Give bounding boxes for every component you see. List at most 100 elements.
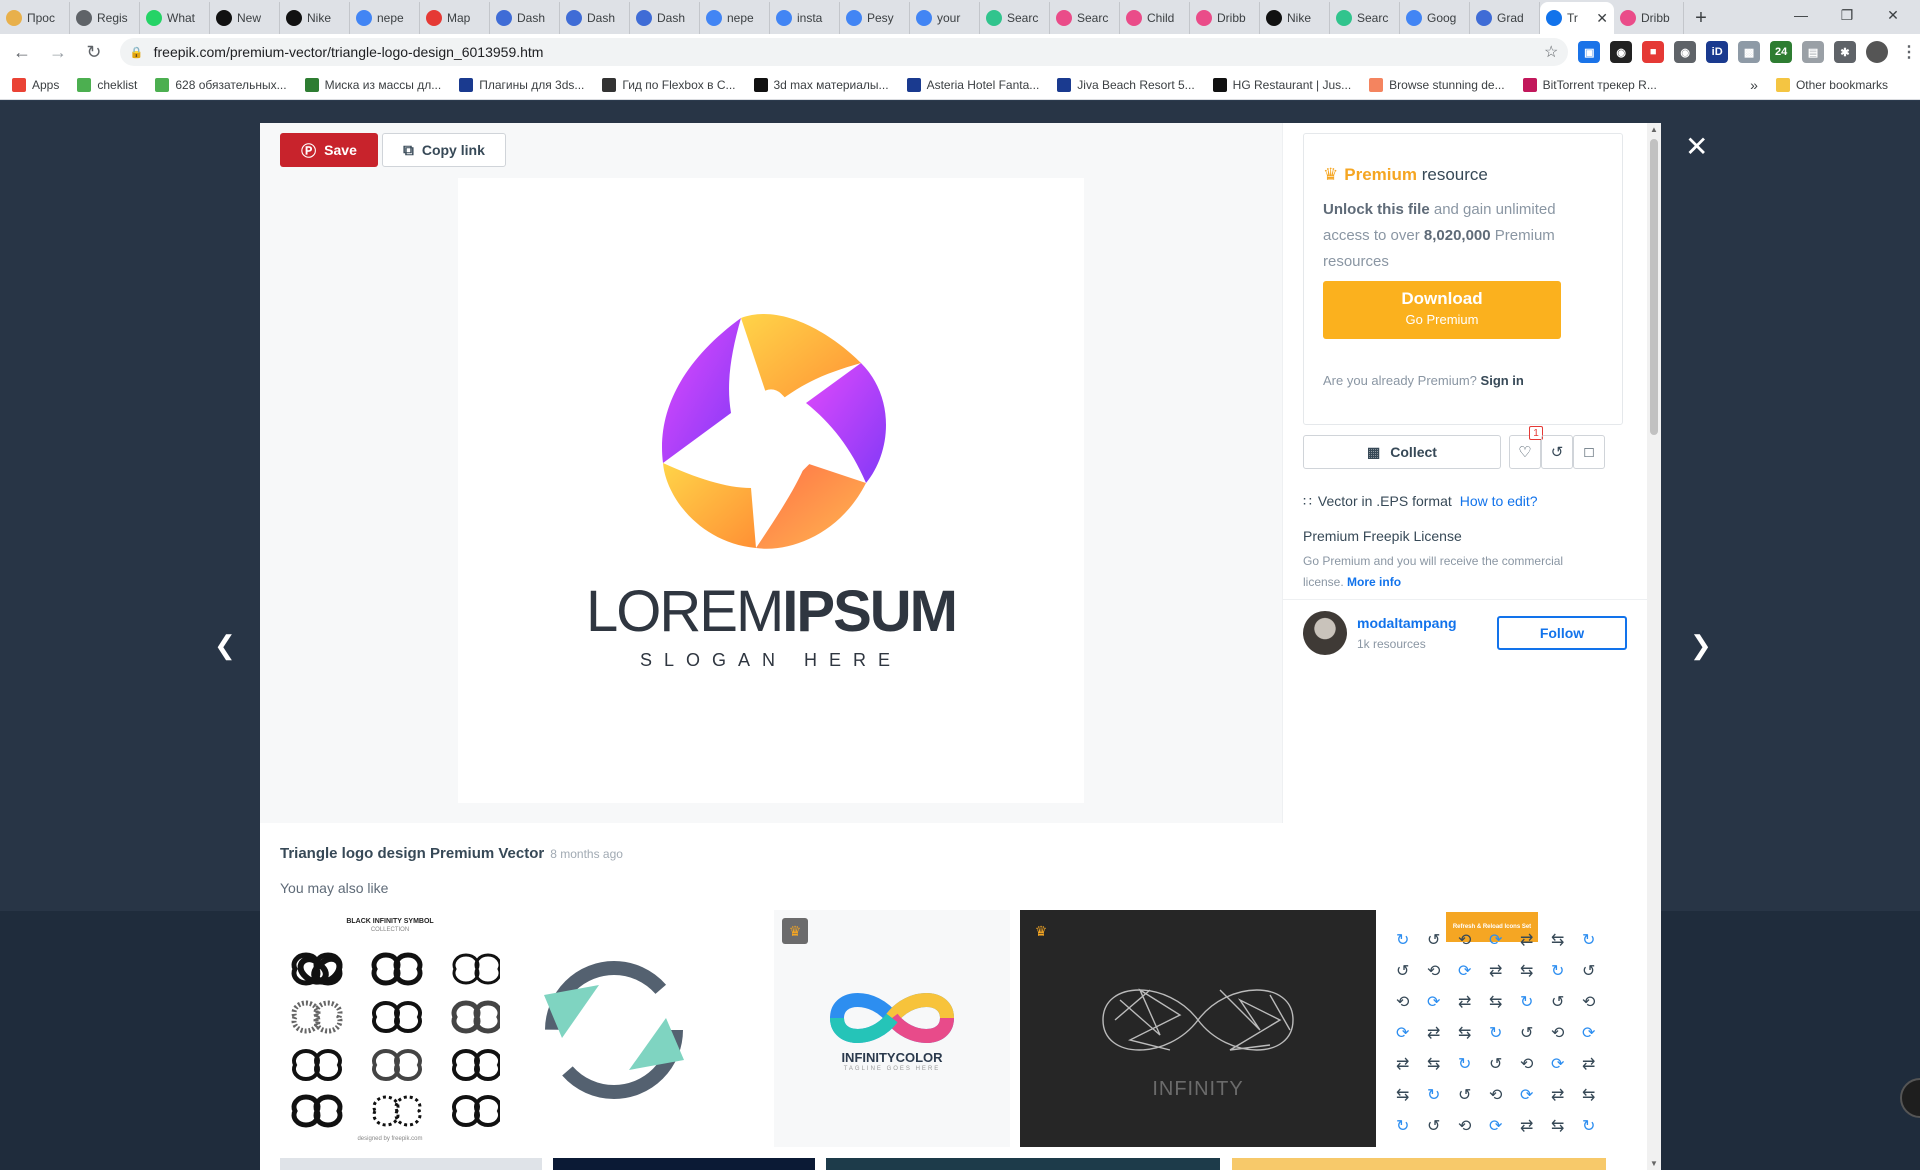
bookmark-item[interactable]: Миска из массы дл... [304, 77, 441, 92]
browser-tab[interactable]: Pesy [840, 2, 910, 34]
tab-label: Dash [587, 11, 616, 25]
browser-tab[interactable]: Tr ✕ [1540, 2, 1614, 34]
how-to-edit-link[interactable]: How to edit? [1460, 493, 1538, 509]
resource-count: 8,020,000 [1423, 227, 1491, 244]
follow-button[interactable]: Follow [1497, 616, 1627, 650]
related-thumb[interactable] [504, 910, 730, 1147]
collect-button[interactable]: ▦ Collect [1303, 435, 1501, 469]
back-icon[interactable]: ← [8, 38, 36, 66]
extension-icon[interactable]: ◉ [1610, 41, 1633, 63]
tab-favicon-icon [1476, 10, 1492, 26]
other-bookmarks[interactable]: Other bookmarks [1775, 78, 1888, 92]
more-bookmarks-icon[interactable]: » [1750, 77, 1758, 93]
browser-tab[interactable]: nepe [350, 2, 420, 34]
scrollbar-thumb[interactable] [1650, 139, 1658, 435]
comment-button[interactable]: □ [1573, 435, 1605, 469]
refresh-icon: ↻ [1551, 963, 1565, 980]
extension-icon[interactable]: ▣ [1578, 41, 1601, 63]
reload-icon[interactable]: ↻ [80, 38, 108, 66]
bookmark-item[interactable]: cheklist [77, 77, 137, 92]
new-tab-button[interactable]: + [1684, 2, 1718, 34]
related-thumb[interactable] [280, 1158, 542, 1170]
related-thumb[interactable]: Refresh & Reload Icons Set ↻ ↺ ⟲ ⟳ ⇄ ⇆ ↻ ↺ ⟲ ⟳ ⇄ ⇆ ↻… [1386, 910, 1606, 1147]
bookmark-item[interactable]: 3d max материалы... [753, 77, 889, 92]
browser-tab[interactable]: Dribb [1614, 2, 1684, 34]
extension-icon[interactable]: ■ [1642, 41, 1665, 63]
bookmark-item[interactable]: Jiva Beach Resort 5... [1057, 77, 1195, 92]
browser-tab[interactable]: nepe [700, 2, 770, 34]
browser-tab[interactable]: Searc [1330, 2, 1400, 34]
browser-tab[interactable]: Grad [1470, 2, 1540, 34]
next-resource-icon[interactable]: ❯ [1690, 630, 1712, 661]
profile-avatar[interactable] [1866, 41, 1888, 63]
related-thumb[interactable]: ♛ INFINITY [1020, 910, 1376, 1147]
lock-icon: 🔒 [129, 46, 144, 59]
bookmark-item[interactable]: Apps [12, 77, 59, 92]
browser-tab[interactable]: Nike [280, 2, 350, 34]
extension-icon[interactable]: iD [1706, 41, 1729, 63]
bookmark-item[interactable]: 628 обязательных... [155, 77, 287, 92]
modal-scrollbar[interactable]: ▲ ▼ [1647, 123, 1661, 1170]
bookmark-item[interactable]: Плагины для 3ds... [459, 77, 584, 92]
puzzle-icon[interactable]: ✱ [1834, 41, 1856, 63]
forward-icon[interactable]: → [44, 38, 72, 66]
camera-icon[interactable]: ◉ [1674, 41, 1697, 63]
maximize-button[interactable]: ❐ [1824, 0, 1870, 30]
bookmark-item[interactable]: HG Restaurant | Jus... [1212, 77, 1351, 92]
download-button[interactable]: Download Go Premium [1323, 281, 1561, 339]
extension-icon[interactable]: ▤ [1802, 41, 1825, 63]
bookmark-star-icon[interactable]: ☆ [1544, 42, 1558, 62]
pinterest-save-button[interactable]: Ⓟ Save [280, 133, 378, 167]
bookmark-item[interactable]: Asteria Hotel Fanta... [906, 77, 1039, 92]
related-thumb[interactable]: BLACK INFINITY SYMBOL COLLECTION designe… [280, 910, 500, 1147]
browser-tab[interactable]: Child [1120, 2, 1190, 34]
more-info-link[interactable]: More info [1347, 575, 1401, 589]
scroll-up-icon[interactable]: ▲ [1650, 125, 1658, 134]
browser-tab[interactable]: Map [420, 2, 490, 34]
related-thumb[interactable]: ♛ INFINITYCOLOR TAGLINE GOES HERE [774, 910, 1010, 1147]
refresh-icon: ⇆ [1396, 1087, 1410, 1104]
browser-tab[interactable]: Regis [70, 2, 140, 34]
browser-tab[interactable]: Dash [560, 2, 630, 34]
browser-tab[interactable]: Searc [1050, 2, 1120, 34]
related-thumb[interactable] [826, 1158, 1220, 1170]
author-avatar[interactable] [1303, 611, 1347, 655]
address-bar[interactable]: 🔒 freepik.com/premium-vector/triangle-lo… [119, 38, 1569, 66]
author-name[interactable]: modaltampang [1357, 615, 1457, 631]
previous-resource-icon[interactable]: ❮ [214, 630, 236, 661]
scroll-down-icon[interactable]: ▼ [1650, 1159, 1658, 1168]
browser-tab[interactable]: Dash [630, 2, 700, 34]
browser-tab[interactable]: Goog [1400, 2, 1470, 34]
bookmark-item[interactable]: Гид по Flexbox в С... [602, 77, 736, 92]
browser-tab[interactable]: Прос [0, 2, 70, 34]
close-modal-icon[interactable]: ✕ [1685, 130, 1708, 163]
related-thumb[interactable] [553, 1158, 815, 1170]
tab-favicon-icon [1336, 10, 1352, 26]
browser-tab[interactable]: your [910, 2, 980, 34]
browser-tab[interactable]: Dash [490, 2, 560, 34]
browser-tab[interactable]: Nike [1260, 2, 1330, 34]
menu-kebab-icon[interactable]: ⋮ [1898, 41, 1920, 63]
bookmark-item[interactable]: BitTorrent трекер R... [1522, 77, 1657, 92]
browser-tab[interactable]: New [210, 2, 280, 34]
browser-tab[interactable]: Dribb [1190, 2, 1260, 34]
close-window-button[interactable]: ✕ [1870, 0, 1916, 30]
related-thumb[interactable] [1232, 1158, 1606, 1170]
sign-in-link[interactable]: Sign in [1481, 373, 1524, 388]
extension-icon[interactable]: ▩ [1738, 41, 1761, 63]
browser-tab[interactable]: insta [770, 2, 840, 34]
share-button[interactable]: ↺ [1541, 435, 1573, 469]
crown-icon: ♛ [782, 918, 808, 944]
extension-icon[interactable]: 24 [1770, 41, 1793, 63]
logo-slogan: SLOGAN HERE [639, 650, 903, 670]
close-tab-icon[interactable]: ✕ [1596, 10, 1608, 27]
tab-label: Goog [1427, 11, 1457, 25]
browser-tab[interactable]: What [140, 2, 210, 34]
copy-link-button[interactable]: ⧉ Copy link [382, 133, 506, 167]
browser-tab[interactable]: Searc [980, 2, 1050, 34]
collect-label: Collect [1390, 444, 1437, 460]
minimize-button[interactable]: — [1778, 0, 1824, 30]
bookmark-item[interactable]: Browse stunning de... [1369, 77, 1505, 92]
like-button[interactable]: ♡ [1509, 435, 1541, 469]
tab-favicon-icon [636, 10, 652, 26]
